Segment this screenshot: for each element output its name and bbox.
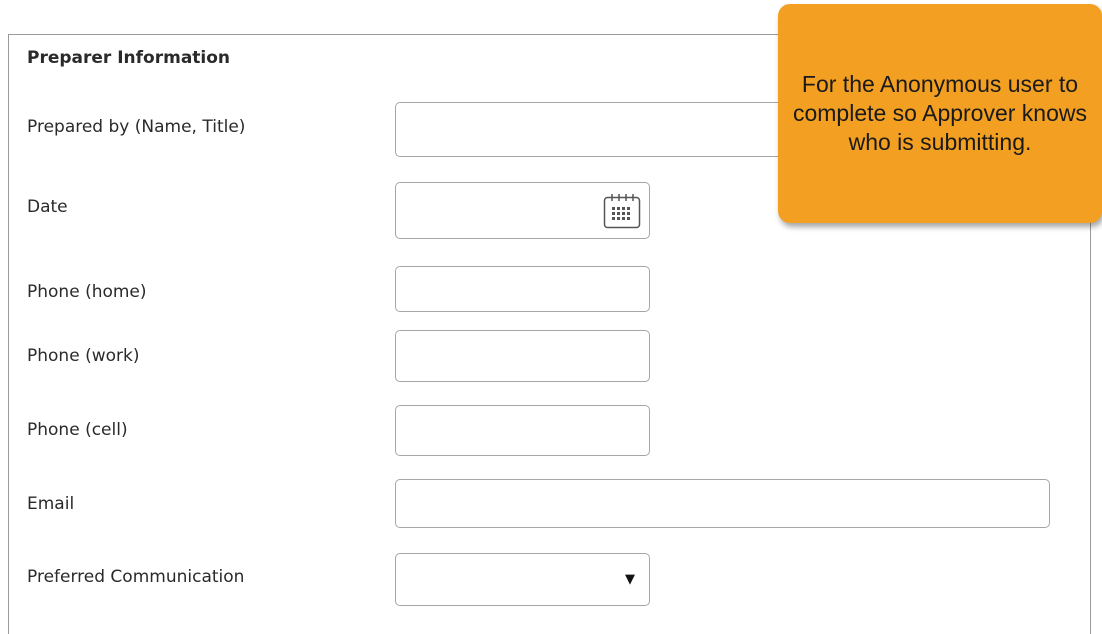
callout-text: For the Anonymous user to complete so Ap… xyxy=(792,71,1088,155)
section-title: Preparer Information xyxy=(27,48,231,68)
email-input[interactable] xyxy=(396,480,1049,527)
date-input[interactable] xyxy=(396,183,596,238)
date-field[interactable] xyxy=(395,182,650,239)
phone-home-input[interactable] xyxy=(396,267,649,311)
preferred-communication-select[interactable]: ▼ xyxy=(395,553,650,606)
phone-cell-field[interactable] xyxy=(395,405,650,456)
preferred-communication-label: Preferred Communication xyxy=(27,567,245,587)
phone-home-field[interactable] xyxy=(395,266,650,312)
chevron-down-icon[interactable]: ▼ xyxy=(625,572,635,587)
prepared-by-label: Prepared by (Name, Title) xyxy=(27,117,246,137)
phone-work-label: Phone (work) xyxy=(27,346,140,366)
phone-work-input[interactable] xyxy=(396,331,649,381)
phone-cell-input[interactable] xyxy=(396,406,649,455)
email-label: Email xyxy=(27,494,75,514)
annotation-callout: For the Anonymous user to complete so Ap… xyxy=(778,4,1102,223)
email-field[interactable] xyxy=(395,479,1050,528)
calendar-icon[interactable] xyxy=(603,193,641,229)
phone-home-label: Phone (home) xyxy=(27,282,147,302)
phone-work-field[interactable] xyxy=(395,330,650,382)
date-label: Date xyxy=(27,197,68,217)
phone-cell-label: Phone (cell) xyxy=(27,420,128,440)
